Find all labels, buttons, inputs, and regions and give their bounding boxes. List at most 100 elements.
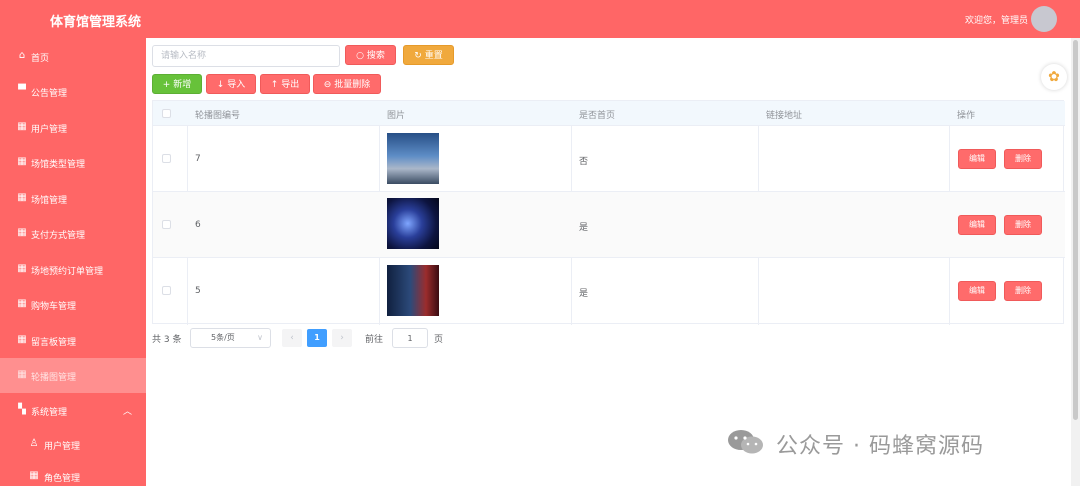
delete-button[interactable]: 删除 <box>1004 281 1042 301</box>
refresh-icon: ↻ <box>414 51 422 61</box>
app-title: 体育馆管理系统 <box>50 15 142 30</box>
sidebar-item-label: 首页 <box>31 54 50 64</box>
sidebar-item-label: 购物车管理 <box>31 302 77 312</box>
page-size-value: 5条/页 <box>211 333 235 342</box>
plus-icon: + <box>162 80 171 90</box>
table-row: 5 是 编辑 删除 <box>153 258 1065 324</box>
sidebar-item-cart[interactable]: ▦ 购物车管理 <box>0 287 146 322</box>
sidebar-item-bookings[interactable]: ▦ 场地预约订单管理 <box>0 252 146 287</box>
sidebar-item-venue-types[interactable]: ▦ 场馆类型管理 <box>0 145 146 180</box>
sidebar-item-roles[interactable]: ▦ 角色管理 <box>0 459 146 486</box>
message-icon: ▀ <box>18 85 26 96</box>
reset-button[interactable]: ↻ 重置 <box>403 45 454 65</box>
sidebar-item-label: 留言板管理 <box>31 338 77 348</box>
table-row: 7 否 编辑 删除 <box>153 126 1065 192</box>
search-input[interactable] <box>152 45 340 67</box>
arrow-up-icon: ↑ <box>270 80 279 90</box>
sidebar-item-label: 系统管理 <box>31 408 68 418</box>
pagination: 共 3 条 5条/页 ∨ ‹ 1 › 前往 页 <box>152 328 552 348</box>
delete-button[interactable]: 删除 <box>1004 149 1042 169</box>
avatar[interactable] <box>1031 6 1057 32</box>
column-header-link: 链接地址 <box>766 111 803 121</box>
add-button[interactable]: + 新增 <box>152 74 202 94</box>
carousel-image <box>387 133 439 184</box>
sidebar-item-notice[interactable]: ▀ 公告管理 <box>0 74 146 109</box>
cell-is-home: 否 <box>579 157 589 167</box>
top-bar: 体育馆管理系统 欢迎您，管理员 <box>0 0 1080 38</box>
cell-id: 5 <box>195 286 201 296</box>
sidebar-item-label: 轮播图管理 <box>31 373 77 383</box>
row-checkbox[interactable] <box>162 154 171 163</box>
cell-id: 6 <box>195 220 201 230</box>
export-button-label: 导出 <box>281 80 300 90</box>
select-all-checkbox[interactable] <box>162 109 171 118</box>
column-header-is-home: 是否首页 <box>579 111 616 121</box>
cell-id: 7 <box>195 154 201 164</box>
export-button[interactable]: ↑ 导出 <box>260 74 310 94</box>
grid-icon: ▦ <box>17 369 27 380</box>
batch-delete-button-label: 批量删除 <box>334 80 371 90</box>
edit-button[interactable]: 编辑 <box>958 215 996 235</box>
batch-delete-button[interactable]: ⊖ 批量删除 <box>313 74 381 94</box>
grid-icon: ▦ <box>17 156 27 167</box>
grid-icon: ▦ <box>17 121 27 132</box>
prev-page-button[interactable]: ‹ <box>282 329 302 347</box>
import-button-label: 导入 <box>227 80 246 90</box>
sidebar-item-messages[interactable]: ▦ 留言板管理 <box>0 323 146 358</box>
page-number-current[interactable]: 1 <box>307 329 327 347</box>
minus-circle-icon: ⊖ <box>323 80 332 90</box>
sidebar-item-label: 公告管理 <box>31 89 68 99</box>
grid-icon: ▦ <box>29 470 39 481</box>
sidebar-item-payment[interactable]: ▦ 支付方式管理 <box>0 216 146 251</box>
grid-icon: ▦ <box>17 298 27 309</box>
page-size-select[interactable]: 5条/页 ∨ <box>190 328 271 348</box>
sidebar-item-system-users[interactable]: ♙ 用户管理 <box>0 427 146 462</box>
goto-page-input[interactable] <box>392 328 428 348</box>
sidebar-item-users[interactable]: ▦ 用户管理 <box>0 110 146 145</box>
main-content: ○搜索 ↻重置 +新增 ↓导入 ↑导出 ⊖批量删除 轮播图编号 图片 是否首页 … <box>146 38 1080 486</box>
apps-icon: ▚ <box>18 404 26 415</box>
sidebar-item-label: 角色管理 <box>44 474 81 484</box>
edit-button[interactable]: 编辑 <box>958 281 996 301</box>
search-button-label: 搜索 <box>366 51 385 61</box>
sidebar-item-label: 场地预约订单管理 <box>31 267 104 277</box>
chevron-up-icon: ︿ <box>122 407 132 417</box>
scrollbar-thumb[interactable] <box>1073 40 1078 420</box>
pagination-total: 共 3 条 <box>152 335 182 345</box>
grid-icon: ▦ <box>17 263 27 274</box>
home-icon: ⌂ <box>18 50 26 61</box>
table-row: 6 是 编辑 删除 <box>153 192 1065 258</box>
sidebar-item-home[interactable]: ⌂ 首页 <box>0 39 146 74</box>
column-header-id: 轮播图编号 <box>195 111 241 121</box>
column-header-image: 图片 <box>387 111 406 121</box>
search-icon: ○ <box>356 51 364 61</box>
search-button[interactable]: ○ 搜索 <box>345 45 396 65</box>
sidebar-item-label: 用户管理 <box>44 442 81 452</box>
floating-helper-icon[interactable]: ✿ <box>1041 64 1067 90</box>
edit-button[interactable]: 编辑 <box>958 149 996 169</box>
sidebar-item-label: 场馆管理 <box>31 196 68 206</box>
sidebar-item-label: 用户管理 <box>31 125 68 135</box>
wechat-icon <box>728 430 763 454</box>
goto-suffix: 页 <box>434 335 444 345</box>
sidebar-item-label: 场馆类型管理 <box>31 160 86 170</box>
add-button-label: 新增 <box>173 80 192 90</box>
cell-is-home: 是 <box>579 289 589 299</box>
next-page-button[interactable]: › <box>332 329 352 347</box>
sidebar-item-system[interactable]: ▚ 系统管理 ︿ <box>0 393 146 428</box>
sidebar: ⌂ 首页 ▀ 公告管理 ▦ 用户管理 ▦ 场馆类型管理 ▦ 场馆管理 ▦ 支付方… <box>0 38 146 486</box>
welcome-text: 欢迎您，管理员 <box>964 16 1028 26</box>
cell-is-home: 是 <box>579 223 589 233</box>
sidebar-item-venues[interactable]: ▦ 场馆管理 <box>0 181 146 216</box>
sidebar-item-label: 支付方式管理 <box>31 231 86 241</box>
import-button[interactable]: ↓ 导入 <box>206 74 256 94</box>
sidebar-item-carousel[interactable]: ▦ 轮播图管理 <box>0 358 146 393</box>
grid-icon: ▦ <box>17 334 27 345</box>
watermark-text: 公众号 · 码蜂窝源码 <box>776 434 984 459</box>
arrow-down-icon: ↓ <box>216 80 225 90</box>
reset-button-label: 重置 <box>424 51 443 61</box>
grid-icon: ▦ <box>17 192 27 203</box>
row-checkbox[interactable] <box>162 220 171 229</box>
delete-button[interactable]: 删除 <box>1004 215 1042 235</box>
row-checkbox[interactable] <box>162 286 171 295</box>
